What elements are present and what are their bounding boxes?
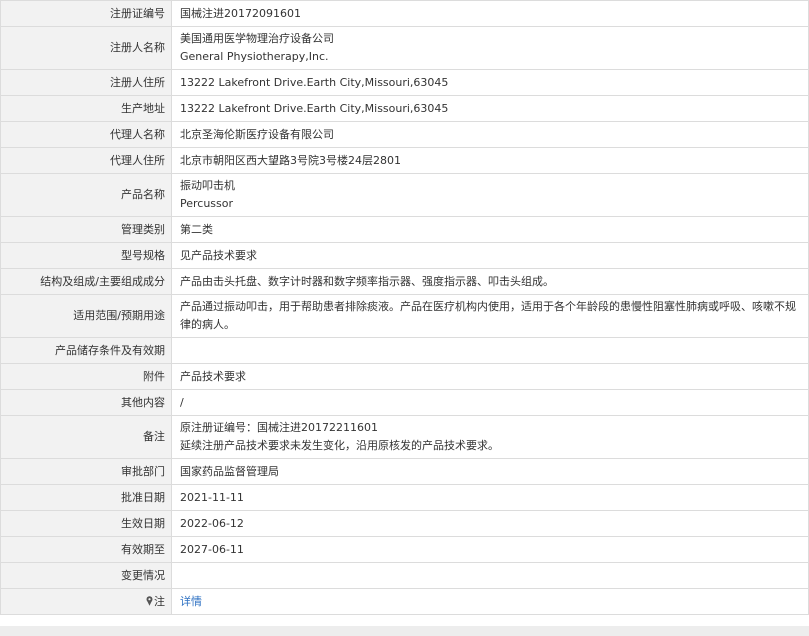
field-value: 原注册证编号：国械注进20172211601 延续注册产品技术要求未发生变化，沿用… xyxy=(171,415,809,459)
table-row: 备注 原注册证编号：国械注进20172211601 延续注册产品技术要求未发生变化，… xyxy=(0,415,809,459)
field-label: 结构及组成/主要组成成分 xyxy=(0,268,172,295)
field-value-line: General Physiotherapy,Inc. xyxy=(180,50,329,63)
field-value-line: 2021-11-11 xyxy=(180,490,244,504)
table-row: 生效日期 2022-06-12 xyxy=(0,510,809,537)
field-value-line: 延续注册产品技术要求未发生变化，沿用原核发的产品技术要求。 xyxy=(180,439,499,452)
note-label: 注 xyxy=(154,594,165,608)
field-label: 有效期至 xyxy=(0,536,172,563)
table-row: 有效期至 2027-06-11 xyxy=(0,536,809,563)
field-value: 13222 Lakefront Drive.Earth City,Missour… xyxy=(171,95,809,122)
field-value-line: 见产品技术要求 xyxy=(180,248,257,262)
field-value: 国家药品监督管理局 xyxy=(171,458,809,485)
table-body: 注册证编号 国械注进20172091601 注册人名称 美国通用医学物理治疗设备公司 G… xyxy=(0,0,809,615)
table-row: 型号规格 见产品技术要求 xyxy=(0,242,809,269)
field-value: 2021-11-11 xyxy=(171,484,809,511)
table-row: 产品名称 振动叩击机 Percussor xyxy=(0,173,809,217)
table-row: 结构及组成/主要组成成分 产品由击头托盘、数字计时器和数字频率指示器、强度指示器、… xyxy=(0,268,809,295)
field-label: 型号规格 xyxy=(0,242,172,269)
field-value: 2027-06-11 xyxy=(171,536,809,563)
field-label: 注册人名称 xyxy=(0,26,172,70)
field-value-line: 国家药品监督管理局 xyxy=(180,464,279,478)
table-row: 注册证编号 国械注进20172091601 xyxy=(0,0,809,27)
field-label: 备注 xyxy=(0,415,172,459)
field-value-line: 2027-06-11 xyxy=(180,542,244,556)
table-row: 审批部门 国家药品监督管理局 xyxy=(0,458,809,485)
field-value-line: 产品由击头托盘、数字计时器和数字频率指示器、强度指示器、叩击头组成。 xyxy=(180,274,554,288)
field-label: 批准日期 xyxy=(0,484,172,511)
field-value-line: 美国通用医学物理治疗设备公司 xyxy=(180,32,334,45)
table-row: 生产地址 13222 Lakefront Drive.Earth City,Mis… xyxy=(0,95,809,122)
field-value: 第二类 xyxy=(171,216,809,243)
field-value: 美国通用医学物理治疗设备公司 General Physiotherapy,Inc. xyxy=(171,26,809,70)
table-row: 注册人名称 美国通用医学物理治疗设备公司 General Physiotherapy… xyxy=(0,26,809,70)
field-value-note: 详情 xyxy=(171,588,809,615)
field-label: 审批部门 xyxy=(0,458,172,485)
field-value-line: / xyxy=(180,395,184,409)
field-value: 产品由击头托盘、数字计时器和数字频率指示器、强度指示器、叩击头组成。 xyxy=(171,268,809,295)
table-row: 管理类别 第二类 xyxy=(0,216,809,243)
field-value: 北京圣海伦斯医疗设备有限公司 xyxy=(171,121,809,148)
table-row: 变更情况 xyxy=(0,562,809,589)
field-value-line: 产品技术要求 xyxy=(180,369,246,383)
pin-icon xyxy=(146,595,153,606)
field-label-note: 注 xyxy=(0,588,172,615)
field-label: 附件 xyxy=(0,363,172,390)
table-row: 产品储存条件及有效期 xyxy=(0,337,809,364)
field-value-line: 第二类 xyxy=(180,222,213,236)
field-label: 其他内容 xyxy=(0,389,172,416)
field-value-line: 产品通过振动叩击，用于帮助患者排除痰液。产品在医疗机构内使用，适用于各个年龄段的… xyxy=(180,300,796,331)
field-value-line: 13222 Lakefront Drive.Earth City,Missour… xyxy=(180,75,449,89)
field-value-line: 北京圣海伦斯医疗设备有限公司 xyxy=(180,127,334,141)
field-value-line: 北京市朝阳区西大望路3号院3号楼24层2801 xyxy=(180,153,401,167)
table-row: 批准日期 2021-11-11 xyxy=(0,484,809,511)
field-label: 代理人名称 xyxy=(0,121,172,148)
bottom-divider xyxy=(0,626,809,636)
table-row: 附件 产品技术要求 xyxy=(0,363,809,390)
field-value: 产品通过振动叩击，用于帮助患者排除痰液。产品在医疗机构内使用，适用于各个年龄段的… xyxy=(171,294,809,338)
table-row: 代理人住所 北京市朝阳区西大望路3号院3号楼24层2801 xyxy=(0,147,809,174)
field-value: 见产品技术要求 xyxy=(171,242,809,269)
field-label: 变更情况 xyxy=(0,562,172,589)
field-value-line: 国械注进20172091601 xyxy=(180,6,301,20)
field-value: 振动叩击机 Percussor xyxy=(171,173,809,217)
details-link[interactable]: 详情 xyxy=(180,595,202,608)
field-label: 生产地址 xyxy=(0,95,172,122)
field-value: 国械注进20172091601 xyxy=(171,0,809,27)
table-row: 代理人名称 北京圣海伦斯医疗设备有限公司 xyxy=(0,121,809,148)
table-row-note: 注 详情 xyxy=(0,588,809,615)
field-label: 产品名称 xyxy=(0,173,172,217)
field-label: 注册人住所 xyxy=(0,69,172,96)
table-row: 适用范围/预期用途 产品通过振动叩击，用于帮助患者排除痰液。产品在医疗机构内使用，… xyxy=(0,294,809,338)
field-value: 产品技术要求 xyxy=(171,363,809,390)
field-label: 产品储存条件及有效期 xyxy=(0,337,172,364)
field-value-line: 振动叩击机 xyxy=(180,179,235,192)
table-row: 其他内容 / xyxy=(0,389,809,416)
field-label: 适用范围/预期用途 xyxy=(0,294,172,338)
registration-detail-page: 注册证编号 国械注进20172091601 注册人名称 美国通用医学物理治疗设备公司 G… xyxy=(0,0,809,636)
field-value-line: Percussor xyxy=(180,197,234,210)
field-value xyxy=(171,337,809,364)
field-label: 代理人住所 xyxy=(0,147,172,174)
field-value xyxy=(171,562,809,589)
field-label: 注册证编号 xyxy=(0,0,172,27)
field-label: 管理类别 xyxy=(0,216,172,243)
field-label: 生效日期 xyxy=(0,510,172,537)
field-value: 2022-06-12 xyxy=(171,510,809,537)
field-value: 13222 Lakefront Drive.Earth City,Missour… xyxy=(171,69,809,96)
field-value-line: 2022-06-12 xyxy=(180,516,244,530)
field-value-line: 13222 Lakefront Drive.Earth City,Missour… xyxy=(180,101,449,115)
field-value: / xyxy=(171,389,809,416)
table-row: 注册人住所 13222 Lakefront Drive.Earth City,Mi… xyxy=(0,69,809,96)
field-value: 北京市朝阳区西大望路3号院3号楼24层2801 xyxy=(171,147,809,174)
registration-info-table: 注册证编号 国械注进20172091601 注册人名称 美国通用医学物理治疗设备公司 G… xyxy=(0,0,809,615)
field-value-line: 原注册证编号：国械注进20172211601 xyxy=(180,421,378,434)
